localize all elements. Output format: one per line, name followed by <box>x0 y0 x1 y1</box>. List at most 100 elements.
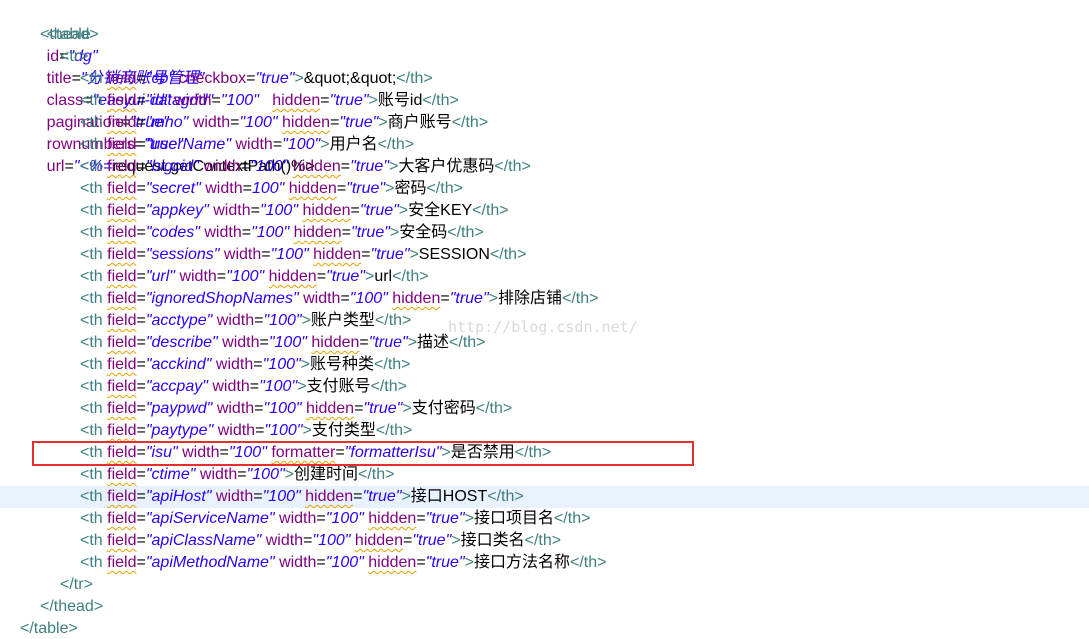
attr-name: width <box>215 488 254 505</box>
attr-name: hidden <box>392 290 441 307</box>
attr-value: "true" <box>368 334 408 351</box>
tag-bracket: > <box>368 92 378 109</box>
attr-value: "cb" <box>145 70 175 87</box>
attr-value: "true" <box>425 510 465 527</box>
tag-th-open: <th <box>80 224 103 241</box>
attr-value: "100" <box>259 202 299 219</box>
tag-th-open: <th <box>80 378 103 395</box>
attr-value: "acckind" <box>145 356 212 373</box>
equals-sign: = <box>136 158 146 175</box>
attr-name: field <box>107 488 137 505</box>
tag-bracket: > <box>302 422 312 439</box>
tag-bracket: > <box>488 290 498 307</box>
attr-name: width <box>222 334 260 351</box>
code-line-th: <th field="secret" width=100" hidden="tr… <box>0 178 1089 200</box>
tag-th-open: <th <box>80 444 103 461</box>
equals-sign: = <box>303 532 313 549</box>
th-text: 描述 <box>417 334 450 351</box>
attr-name: width <box>179 268 217 285</box>
equals-sign: = <box>246 70 256 87</box>
tag-th-close: </th> <box>487 488 524 505</box>
attr-name: hidden <box>268 268 317 285</box>
attr-name: field <box>107 378 137 395</box>
th-text: 大客户优惠码 <box>398 158 495 175</box>
attr-name: width <box>182 444 220 461</box>
attr-name: hidden <box>272 92 321 109</box>
attr-name: width <box>212 378 250 395</box>
tag-th-open: <th <box>80 268 103 285</box>
equals-sign: = <box>402 532 413 549</box>
tag-bracket: > <box>464 554 474 571</box>
attr-value: "100" <box>263 312 302 329</box>
equals-sign: = <box>350 202 360 219</box>
equals-sign: = <box>249 378 260 395</box>
attr-name: width <box>235 136 273 153</box>
tag-th-close: </th> <box>494 158 531 175</box>
tag-bracket: > <box>409 246 419 263</box>
attr-value: "100" <box>246 466 285 483</box>
code-line-th: <th field="userName" width="100">用户名</th… <box>0 134 1089 156</box>
tag-th-close: </th> <box>569 554 607 571</box>
equals-sign: = <box>136 290 146 307</box>
tag-tr-open: <tr> <box>60 48 89 65</box>
attr-name: width <box>203 158 241 175</box>
tag-th-close: </th> <box>449 334 486 351</box>
attr-value: "ignoredShopNames" <box>145 290 299 307</box>
tag-th-close: </th> <box>472 202 509 219</box>
tag-th-open: <th <box>80 334 103 351</box>
equals-sign: = <box>211 92 221 109</box>
equals-sign: = <box>136 70 146 87</box>
code-line-th: <th field="codes" width="100" hidden="tr… <box>0 222 1089 244</box>
th-text: 接口类名 <box>460 532 525 549</box>
tag-thead-close: </thead> <box>40 598 104 615</box>
attr-name: width <box>213 202 251 219</box>
th-text: &quot;&quot; <box>303 70 397 87</box>
equals-sign: = <box>136 268 146 285</box>
tag-th-close: </th> <box>451 114 489 131</box>
attr-value: "true" <box>363 400 403 417</box>
equals-sign: = <box>136 136 146 153</box>
code-line-th: <th field="ignoredShopNames" width="100"… <box>0 288 1089 310</box>
attr-name: field <box>107 92 137 109</box>
th-text: 接口方法名称 <box>473 554 570 571</box>
equals-sign: = <box>219 444 229 461</box>
attr-name: field <box>107 422 137 439</box>
equals-sign: = <box>136 510 146 527</box>
code-editor[interactable]: <table id="dg" title="分销商账号管理" class="ea… <box>0 0 1089 639</box>
th-text: 安全码 <box>399 224 448 241</box>
attr-name: field <box>107 114 137 131</box>
equals-sign: = <box>361 246 371 263</box>
attr-name: width <box>216 312 255 329</box>
tag-th-open: <th <box>80 488 103 505</box>
attr-name: width <box>174 92 212 109</box>
attr-name: field <box>107 554 137 571</box>
attr-name: field <box>107 334 137 351</box>
code-line-th: <th field="paytype" width="100">支付类型</th… <box>0 420 1089 442</box>
equals-sign: = <box>416 554 426 571</box>
attr-value: "appkey" <box>145 202 209 219</box>
attr-name: field <box>107 466 137 483</box>
code-line-th: <th field="apiHost" width="100" hidden="… <box>0 486 1089 508</box>
attr-name: formatter <box>271 444 336 461</box>
th-text: 用户名 <box>329 136 378 153</box>
attr-value: "100" <box>268 334 307 351</box>
attr-name: hidden <box>305 488 354 505</box>
code-line-th: <th field="sessions" width="100" hidden=… <box>0 244 1089 266</box>
tag-bracket: > <box>402 400 412 417</box>
attr-name: width <box>303 290 341 307</box>
tag-th-close: </th> <box>392 268 429 285</box>
attr-name: field <box>107 158 137 175</box>
equals-sign: = <box>272 136 283 153</box>
attr-value: "isu" <box>145 444 178 461</box>
equals-sign: = <box>240 158 251 175</box>
equals-sign: = <box>136 422 146 439</box>
attr-name: hidden <box>302 202 351 219</box>
th-text: url <box>374 268 393 285</box>
attr-value: "true" <box>255 70 295 87</box>
attr-name: width <box>279 510 317 527</box>
equals-sign: = <box>353 488 363 505</box>
attr-value: "mno" <box>145 114 189 131</box>
th-text: 账号种类 <box>310 356 375 373</box>
attr-name: field <box>107 224 137 241</box>
attr-value: "100" <box>312 532 351 549</box>
